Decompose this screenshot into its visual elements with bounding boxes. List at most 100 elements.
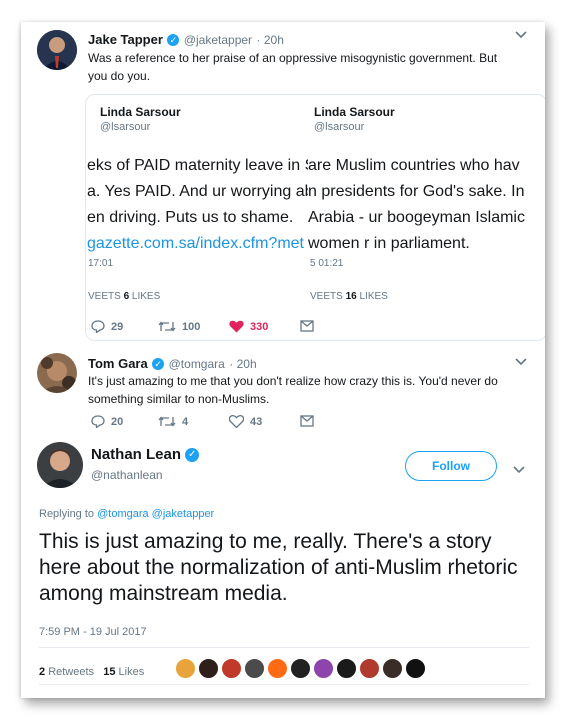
liker-avatar[interactable]: [405, 658, 426, 679]
engagement-stats: 2 Retweets 15 Likes: [39, 666, 144, 678]
quote-author-name: Linda Sarsour: [314, 105, 395, 119]
retweet-icon: [158, 321, 176, 332]
liker-avatar[interactable]: [198, 658, 219, 679]
quote-line: en driving. Puts us to shame.: [87, 209, 294, 226]
stat-number: 6: [123, 291, 130, 302]
retweet-count: 4: [182, 415, 189, 428]
liker-avatars: [175, 658, 428, 679]
quote-author-handle: @lsarsour: [100, 121, 151, 133]
author-name[interactable]: Jake Tapper: [88, 32, 163, 47]
stat-number: 16: [345, 291, 357, 302]
reply-count: 20: [111, 415, 124, 428]
avatar-nathan-lean[interactable]: [37, 442, 83, 488]
like-count: 330: [250, 320, 269, 333]
liker-avatar[interactable]: [382, 658, 403, 679]
message-icon: [300, 415, 314, 427]
avatar-image: [37, 353, 77, 393]
reply-button[interactable]: 20: [91, 415, 123, 428]
quote-left[interactable]: Linda Sarsour @lsarsour eks of PAID mate…: [86, 95, 308, 340]
quote-link[interactable]: gazette.com.sa/index.cfm?met: [87, 231, 308, 257]
quote-line: are Muslim countries who hav: [308, 157, 520, 174]
avatar-jake-tapper[interactable]: [37, 30, 77, 70]
like-button[interactable]: 330: [229, 320, 268, 333]
tweet-text-line: something similar to non-Muslims.: [88, 392, 270, 406]
tweet-time[interactable]: · 20h: [257, 33, 284, 47]
message-icon: [300, 320, 314, 332]
quote-line: Arabia - ur boogeyman Islamic: [308, 209, 525, 226]
chevron-down-icon[interactable]: [515, 28, 527, 42]
divider: [39, 684, 529, 685]
retweet-button[interactable]: 100: [158, 320, 200, 333]
avatar-image: [37, 30, 77, 70]
quote-time: 17:01: [88, 258, 114, 269]
tweet-thread-card: Jake Tapper ✓ @jaketapper · 20h Was a re…: [21, 22, 545, 698]
liker-avatar[interactable]: [175, 658, 196, 679]
retweet-button[interactable]: 4: [158, 415, 188, 428]
avatar-tom-gara[interactable]: [37, 353, 77, 393]
chevron-down-icon[interactable]: [513, 463, 525, 477]
replying-prefix: Replying to: [39, 508, 95, 520]
author-handle[interactable]: @jaketapper: [184, 33, 252, 47]
verified-icon: ✓: [152, 357, 165, 370]
quote-text: eks of PAID maternity leave in S a. Yes …: [87, 153, 308, 257]
quote-line: women r in parliament.: [308, 235, 470, 252]
liker-avatar[interactable]: [313, 658, 334, 679]
quote-text: are Muslim countries who hav n president…: [308, 153, 525, 257]
reply-icon: [91, 415, 105, 428]
like-button[interactable]: 43: [229, 415, 262, 428]
stat-label: LIKES: [131, 291, 161, 302]
like-label: Likes: [118, 666, 145, 678]
quote-author-name: Linda Sarsour: [100, 105, 181, 119]
verified-icon: ✓: [167, 33, 180, 46]
reply-count: 29: [111, 320, 124, 333]
tweet-timestamp[interactable]: 7:59 PM - 19 Jul 2017: [39, 626, 147, 638]
reply-icon: [91, 320, 105, 333]
stat-label: VEETS: [88, 291, 121, 302]
tweet1-header: Jake Tapper ✓ @jaketapper · 20h: [88, 31, 284, 49]
stat-label: VEETS: [310, 291, 343, 302]
author-handle[interactable]: @nathanlean: [91, 468, 163, 482]
tweet1-text: Was a reference to her praise of an oppr…: [88, 49, 497, 85]
tweet-text-line: Was a reference to her praise of an oppr…: [88, 51, 498, 65]
quote-line: n presidents for God's sake. In: [308, 183, 525, 200]
liker-avatar[interactable]: [244, 658, 265, 679]
tweet2-header: Tom Gara ✓ @tomgara · 20h: [88, 355, 257, 373]
quote-line: a. Yes PAID. And ur worrying ab: [87, 183, 308, 200]
liker-avatar[interactable]: [221, 658, 242, 679]
chevron-down-icon[interactable]: [515, 355, 527, 369]
avatar-image: [37, 442, 83, 488]
like-count: 43: [250, 415, 263, 428]
liker-avatar[interactable]: [336, 658, 357, 679]
replying-handles[interactable]: @tomgara @jaketapper: [97, 508, 214, 520]
retweet-icon: [158, 416, 176, 427]
heart-icon: [229, 320, 244, 333]
quote-time: 5 01:21: [310, 258, 344, 269]
tweet-text-line: It's just amazing to me that you don't r…: [88, 374, 498, 388]
author-handle[interactable]: @tomgara: [169, 357, 225, 371]
quote-author-handle: @lsarsour: [314, 121, 365, 133]
liker-avatar[interactable]: [290, 658, 311, 679]
quoted-tweets[interactable]: Linda Sarsour @lsarsour eks of PAID mate…: [85, 94, 545, 341]
stat-label: LIKES: [359, 291, 388, 302]
retweet-stat[interactable]: 2 Retweets: [39, 666, 94, 678]
follow-button[interactable]: Follow: [405, 451, 497, 481]
author-name[interactable]: Tom Gara: [88, 356, 148, 371]
quote-line: eks of PAID maternity leave in S: [87, 157, 308, 174]
retweet-label: Retweets: [48, 666, 95, 678]
like-stat[interactable]: 15 Likes: [103, 666, 144, 678]
tweet-time[interactable]: · 20h: [229, 357, 256, 371]
direct-message-button[interactable]: [300, 415, 314, 427]
direct-message-button[interactable]: [300, 320, 314, 332]
author-name[interactable]: Nathan Lean: [91, 446, 181, 463]
quote-stats: VEETS 16 LIKES: [310, 291, 388, 302]
quote-right[interactable]: Linda Sarsour @lsarsour are Muslim count…: [308, 95, 545, 340]
liker-avatar[interactable]: [359, 658, 380, 679]
divider: [39, 647, 529, 648]
replying-to: Replying to @tomgara @jaketapper: [39, 508, 214, 520]
verified-icon: ✓: [185, 448, 200, 463]
reply-button[interactable]: 29: [91, 320, 123, 333]
main-author-row: Nathan Lean ✓: [91, 446, 200, 463]
main-tweet-text: This is just amazing to me, really. Ther…: [39, 530, 518, 605]
quote-stats: VEETS 6 LIKES: [88, 291, 160, 302]
liker-avatar[interactable]: [267, 658, 288, 679]
